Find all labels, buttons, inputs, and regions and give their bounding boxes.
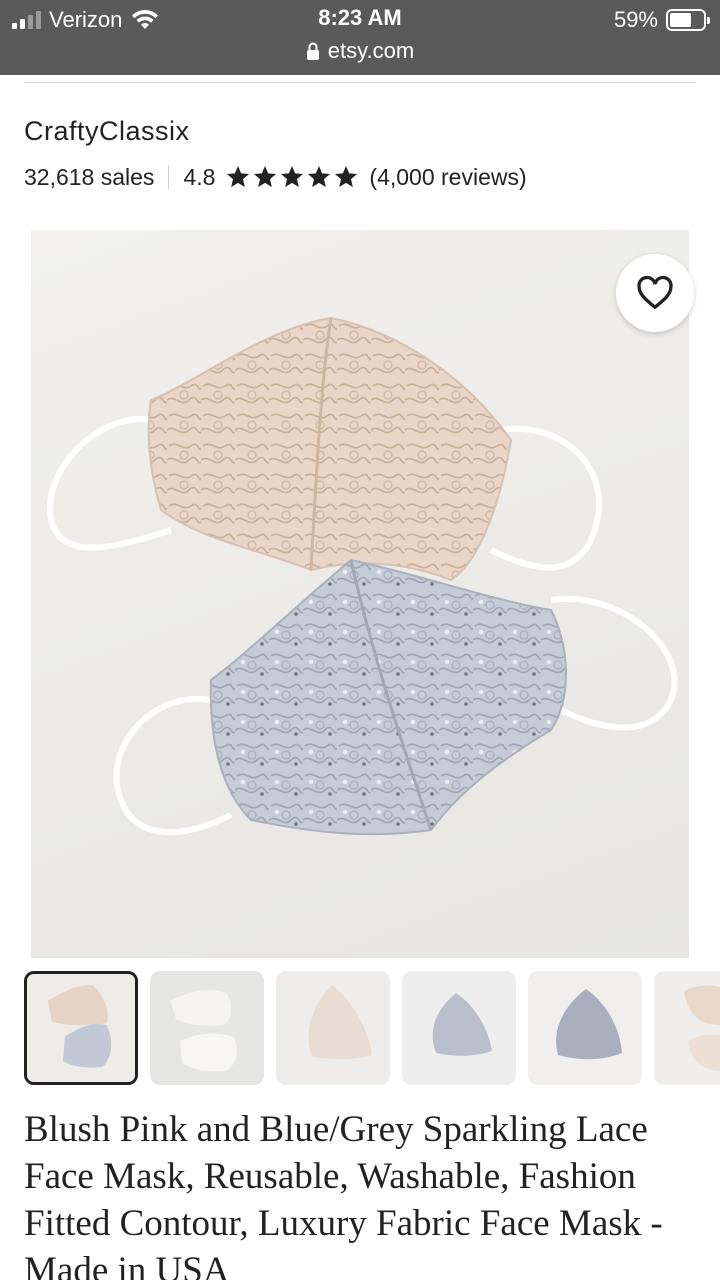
clock: 8:23 AM	[318, 5, 402, 30]
lock-icon	[306, 42, 319, 60]
heart-outline-icon	[637, 275, 673, 310]
star-icon	[308, 165, 331, 187]
thumbnail-strip[interactable]	[24, 971, 720, 1085]
battery-icon	[666, 9, 710, 31]
thumbnail-image	[402, 971, 516, 1085]
sales-count: 32,618 sales	[24, 163, 155, 190]
status-right: 59%	[613, 6, 710, 34]
meta-separator	[168, 165, 170, 189]
star-icon	[335, 165, 358, 187]
favorite-button[interactable]	[616, 254, 694, 332]
url-bar[interactable]: etsy.com	[0, 38, 720, 64]
star-icon	[227, 165, 250, 187]
thumbnail-image	[528, 971, 642, 1085]
reviews-link[interactable]: (4,000 reviews)	[369, 164, 526, 191]
thumbnail-image	[27, 974, 135, 1082]
product-photo	[46, 316, 678, 836]
thumbnail-4[interactable]	[402, 971, 516, 1085]
shop-name-link[interactable]: CraftyClassix	[24, 116, 190, 147]
shop-meta: 32,618 sales 4.8 (4,000 reviews)	[24, 162, 527, 192]
thumbnail-5[interactable]	[528, 971, 642, 1085]
status-bar: Verizon 8:23 AM etsy.com 59%	[0, 0, 720, 75]
thumbnail-2[interactable]	[150, 971, 264, 1085]
thumbnail-3[interactable]	[276, 971, 390, 1085]
star-icon	[281, 165, 304, 187]
product-main-image[interactable]	[31, 230, 689, 958]
listing-title: Blush Pink and Blue/Grey Sparkling Lace …	[24, 1109, 663, 1280]
thumbnail-image	[654, 971, 720, 1085]
rating-stars	[225, 164, 359, 190]
top-divider	[24, 82, 696, 83]
thumbnail-image	[150, 971, 264, 1085]
thumbnail-6[interactable]	[654, 971, 720, 1085]
rating-value: 4.8	[183, 163, 216, 190]
url-text: etsy.com	[327, 38, 415, 63]
thumbnail-image	[276, 971, 390, 1085]
thumbnail-1[interactable]	[24, 971, 138, 1085]
star-icon	[254, 165, 277, 187]
battery-percent: 59%	[613, 7, 658, 32]
